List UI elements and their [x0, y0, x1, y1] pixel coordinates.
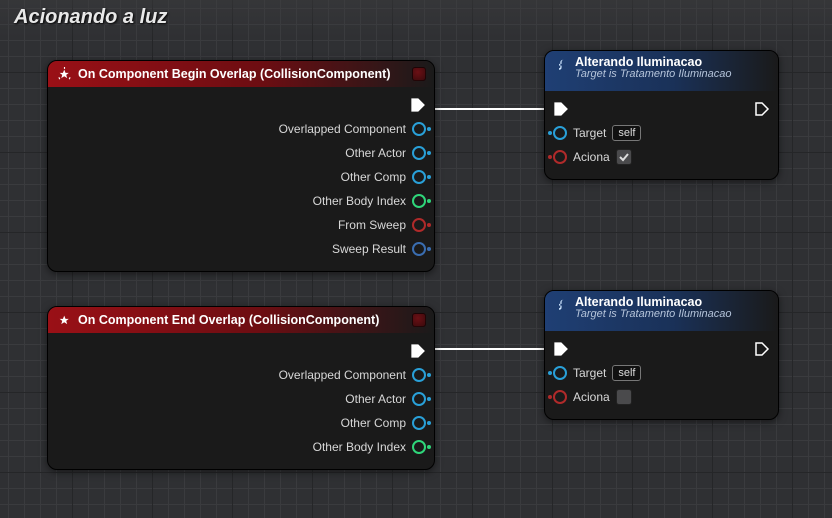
- node-title: Alterando Iluminacao: [575, 295, 732, 309]
- pin-label: Sweep Result: [332, 242, 406, 256]
- node-title: Alterando Iluminacao: [575, 55, 732, 69]
- pin-other-comp[interactable]: [412, 170, 426, 184]
- pin-sweep-result[interactable]: [412, 242, 426, 256]
- pin-label: Target: [573, 126, 606, 140]
- pin-label: Aciona: [573, 150, 610, 164]
- exec-out-pin[interactable]: [410, 343, 426, 359]
- pin-other-comp[interactable]: [412, 416, 426, 430]
- node-header[interactable]: On Component End Overlap (CollisionCompo…: [48, 307, 434, 333]
- node-title: On Component End Overlap (CollisionCompo…: [78, 313, 379, 327]
- pin-overlapped-component[interactable]: [412, 122, 426, 136]
- exec-in-pin[interactable]: [553, 341, 569, 357]
- aciona-checkbox-unchecked[interactable]: [616, 389, 632, 405]
- node-begin-overlap[interactable]: On Component Begin Overlap (CollisionCom…: [47, 60, 435, 272]
- pin-target[interactable]: [553, 126, 567, 140]
- pin-label: Overlapped Component: [279, 122, 406, 136]
- node-end-overlap[interactable]: On Component End Overlap (CollisionCompo…: [47, 306, 435, 470]
- target-value[interactable]: self: [612, 365, 641, 381]
- target-value[interactable]: self: [612, 125, 641, 141]
- node-subtitle: Target is Tratamento Iluminacao: [575, 68, 732, 80]
- pin-label: Other Body Index: [313, 440, 406, 454]
- exec-out-pin[interactable]: [754, 341, 770, 357]
- pin-from-sweep[interactable]: [412, 218, 426, 232]
- node-header[interactable]: On Component Begin Overlap (CollisionCom…: [48, 61, 434, 87]
- node-alterando-1[interactable]: Alterando Iluminacao Target is Tratament…: [544, 50, 779, 180]
- delegate-pin[interactable]: [412, 67, 426, 81]
- pin-label: Aciona: [573, 390, 610, 404]
- pin-label: Other Body Index: [313, 194, 406, 208]
- pin-label: Target: [573, 366, 606, 380]
- node-alterando-2[interactable]: Alterando Iluminacao Target is Tratament…: [544, 290, 779, 420]
- function-icon: [553, 57, 569, 73]
- function-icon: [553, 297, 569, 313]
- pin-label: Other Comp: [341, 416, 406, 430]
- exec-in-pin[interactable]: [553, 101, 569, 117]
- pin-other-actor[interactable]: [412, 146, 426, 160]
- pin-label: Other Actor: [345, 392, 406, 406]
- exec-out-pin[interactable]: [410, 97, 426, 113]
- pin-aciona[interactable]: [553, 150, 567, 164]
- pin-label: From Sweep: [338, 218, 406, 232]
- pin-label: Overlapped Component: [279, 368, 406, 382]
- pin-other-actor[interactable]: [412, 392, 426, 406]
- pin-aciona[interactable]: [553, 390, 567, 404]
- graph-canvas[interactable]: On Component Begin Overlap (CollisionCom…: [0, 0, 832, 518]
- node-subtitle: Target is Tratamento Iluminacao: [575, 308, 732, 320]
- pin-label: Other Actor: [345, 146, 406, 160]
- event-icon: [56, 66, 72, 82]
- pin-label: Other Comp: [341, 170, 406, 184]
- event-icon: [56, 312, 72, 328]
- pin-target[interactable]: [553, 366, 567, 380]
- pin-overlapped-component[interactable]: [412, 368, 426, 382]
- pin-other-body-index[interactable]: [412, 194, 426, 208]
- node-header[interactable]: Alterando Iluminacao Target is Tratament…: [545, 291, 778, 331]
- node-title: On Component Begin Overlap (CollisionCom…: [78, 67, 391, 81]
- aciona-checkbox-checked[interactable]: [616, 149, 632, 165]
- exec-out-pin[interactable]: [754, 101, 770, 117]
- node-header[interactable]: Alterando Iluminacao Target is Tratament…: [545, 51, 778, 91]
- pin-other-body-index[interactable]: [412, 440, 426, 454]
- delegate-pin[interactable]: [412, 313, 426, 327]
